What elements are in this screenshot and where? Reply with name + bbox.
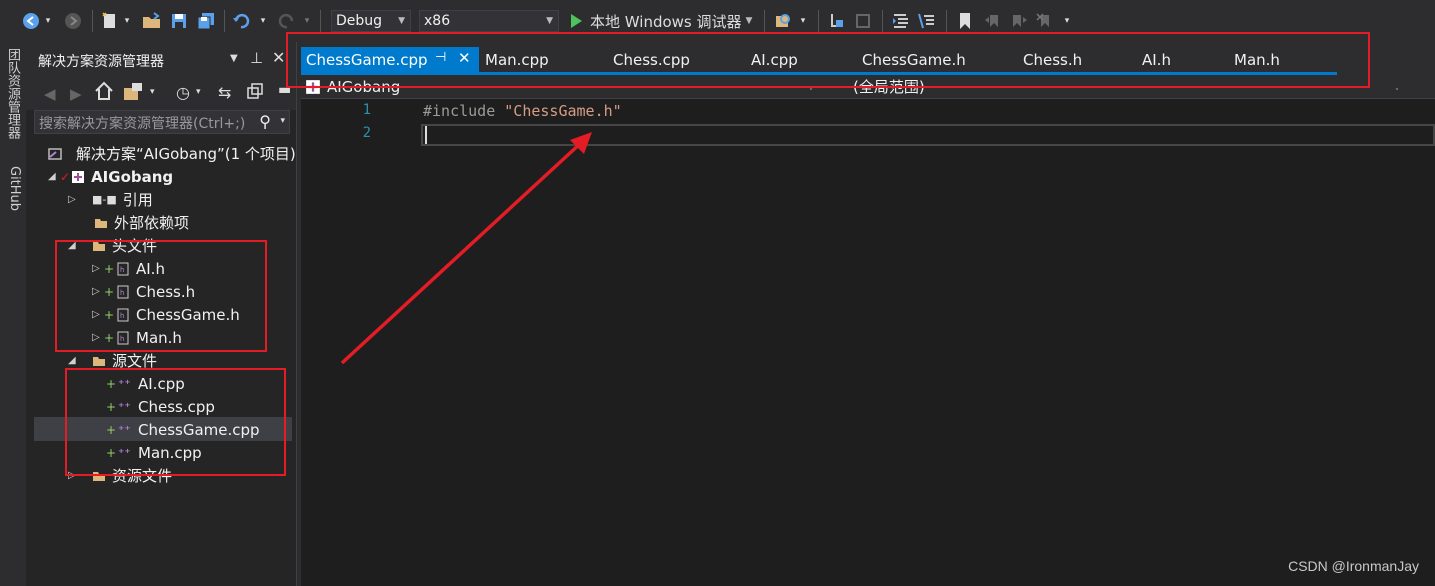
chevron-down-icon: ▼	[546, 16, 553, 26]
solution-node[interactable]: 解决方案“AIGobang”(1 个项目)	[40, 142, 296, 165]
team-explorer-tab[interactable]: 团队资源管理器	[4, 48, 22, 160]
solution-search-box[interactable]: 搜索解决方案资源管理器(Ctrl+;) ⚲ ▾	[34, 110, 290, 134]
project-label: AIGobang	[91, 167, 174, 186]
cpp-project-icon	[72, 170, 85, 183]
config-select[interactable]: Debug ▼	[331, 10, 411, 32]
solution-explorer-toolbar: ◀ ▶ ▾ ◷ ▾ ⇆ ▬	[26, 78, 296, 110]
github-tab[interactable]: GitHub	[4, 166, 22, 226]
pin-icon[interactable]: ⊥	[250, 49, 263, 67]
switch-views-dropdown-icon[interactable]: ▾	[150, 87, 155, 97]
collapse-arrow-icon[interactable]: ◢	[68, 355, 80, 366]
search-options-icon[interactable]: ▾	[280, 116, 285, 126]
preprocessor-directive: #include	[423, 102, 496, 120]
annotation-box-sources	[65, 368, 286, 476]
references-node[interactable]: ▷ ■-■ 引用	[68, 188, 153, 211]
bookmark-icon[interactable]	[954, 9, 976, 33]
forward-icon[interactable]	[62, 9, 84, 33]
run-debugger-button[interactable]: 本地 Windows 调试器 ▼	[590, 9, 752, 33]
new-dropdown-icon[interactable]: ▾	[122, 9, 132, 33]
folder-icon	[95, 218, 107, 228]
annotation-box-headers	[55, 240, 267, 352]
platform-select-value: x86	[424, 13, 451, 29]
line-number: 1	[362, 102, 371, 118]
prev-bookmark-icon[interactable]	[982, 9, 1004, 33]
platform-select[interactable]: x86 ▼	[419, 10, 559, 32]
window-position-icon[interactable]: ▼	[230, 53, 238, 64]
pending-changes-icon[interactable]: ◷	[176, 83, 190, 102]
comment-lines-icon[interactable]	[916, 9, 938, 33]
next-bookmark-icon[interactable]	[1008, 9, 1030, 33]
references-icon: ■-■	[92, 193, 117, 206]
step-into-icon[interactable]	[826, 9, 848, 33]
step-over-icon[interactable]	[852, 9, 874, 33]
solution-label: 解决方案“AIGobang”(1 个项目)	[76, 145, 296, 163]
toolbar-overflow-icon[interactable]: ▾	[1062, 9, 1072, 33]
annotation-box-tabs	[286, 32, 1370, 88]
run-debugger-label: 本地 Windows 调试器	[590, 12, 742, 31]
open-folder-icon[interactable]	[140, 9, 164, 33]
solution-explorer-title: 解决方案资源管理器	[38, 54, 164, 70]
filter-folder-icon	[93, 356, 105, 366]
watermark: CSDN @IronmanJay	[1288, 558, 1419, 574]
run-play-icon[interactable]	[566, 9, 586, 33]
clear-bookmarks-icon[interactable]	[1034, 9, 1056, 33]
collapse-arrow-icon[interactable]: ◢	[48, 171, 60, 182]
redo-icon[interactable]	[276, 9, 298, 33]
undo-dropdown-icon[interactable]: ▾	[258, 9, 268, 33]
save-icon[interactable]	[168, 9, 190, 33]
include-string: "ChessGame.h"	[504, 102, 622, 120]
undo-icon[interactable]	[230, 9, 252, 33]
solution-search-placeholder: 搜索解决方案资源管理器(Ctrl+;)	[39, 116, 246, 132]
toolbar-overflow-icon[interactable]: ▾	[798, 9, 808, 33]
back-icon[interactable]	[20, 9, 42, 33]
forward-icon[interactable]: ▶	[70, 85, 82, 103]
home-icon[interactable]	[94, 81, 114, 105]
save-all-icon[interactable]	[194, 9, 218, 33]
collapse-all-icon[interactable]	[246, 82, 264, 104]
back-icon[interactable]: ◀	[44, 85, 56, 103]
references-label: 引用	[122, 191, 153, 209]
switch-views-icon[interactable]	[122, 82, 144, 106]
project-node[interactable]: ◢ ✓ AIGobang	[48, 165, 173, 188]
new-project-icon[interactable]	[98, 9, 122, 33]
solution-explorer-header: 解决方案资源管理器 ▼ ⊥ ✕	[26, 42, 296, 78]
back-dropdown-icon[interactable]: ▾	[42, 9, 54, 33]
chevron-down-icon: ▼	[745, 16, 753, 26]
code-line[interactable]: #include "ChessGame.h"	[423, 102, 622, 120]
chevron-down-icon: ▼	[398, 16, 405, 26]
close-icon[interactable]: ✕	[272, 48, 285, 67]
panel-splitter[interactable]	[296, 42, 300, 586]
expand-arrow-icon[interactable]: ▷	[68, 194, 80, 205]
checkmark-icon: ✓	[60, 169, 71, 184]
annotation-arrow	[340, 132, 592, 365]
external-deps-label: 外部依赖项	[114, 214, 190, 232]
pending-dropdown-icon[interactable]: ▾	[196, 87, 201, 97]
left-tool-strip: 团队资源管理器 GitHub	[0, 42, 26, 586]
chevron-down-icon[interactable]: ˯	[1395, 77, 1399, 91]
search-icon[interactable]: ⚲	[259, 112, 271, 131]
sync-icon[interactable]: ⇆	[218, 83, 231, 102]
find-in-files-icon[interactable]	[772, 9, 794, 33]
external-deps-node[interactable]: 外部依赖项	[94, 211, 189, 234]
redo-dropdown-icon[interactable]: ▾	[302, 9, 312, 33]
format-document-icon[interactable]	[890, 9, 912, 33]
solution-icon	[48, 147, 62, 160]
config-select-value: Debug	[336, 13, 383, 29]
